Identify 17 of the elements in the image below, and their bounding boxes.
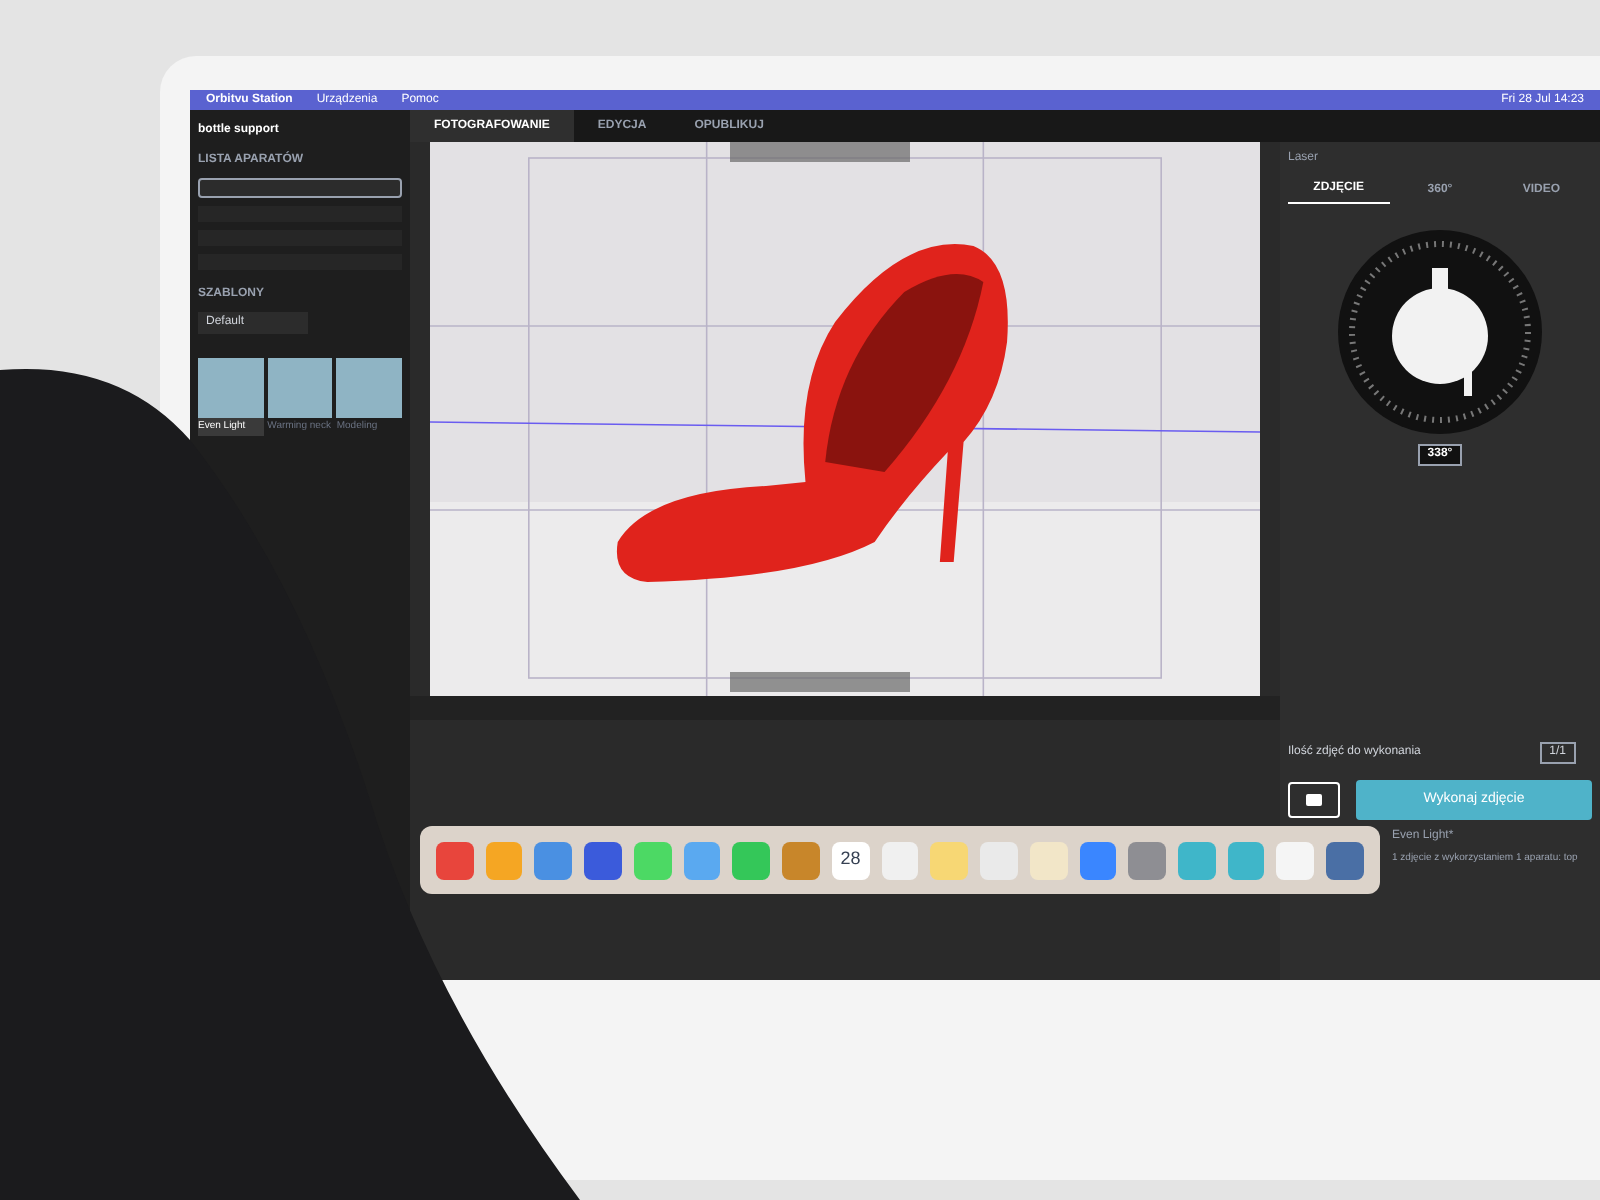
app-icon[interactable] bbox=[1227, 841, 1265, 879]
teapot-thumbnail bbox=[198, 358, 264, 418]
camera-icon bbox=[1306, 794, 1322, 806]
app-icon[interactable] bbox=[584, 841, 622, 879]
app-icon[interactable] bbox=[1326, 841, 1364, 879]
app-icon[interactable] bbox=[1079, 841, 1117, 879]
app-icon[interactable] bbox=[782, 841, 820, 879]
app-icon[interactable] bbox=[683, 841, 721, 879]
camera-row[interactable] bbox=[198, 178, 402, 198]
app-icon[interactable] bbox=[534, 841, 573, 879]
app-icon[interactable] bbox=[436, 841, 474, 879]
calendar-app-icon[interactable]: 28 bbox=[831, 841, 870, 879]
camera-button[interactable] bbox=[1288, 782, 1340, 818]
app-icon[interactable] bbox=[1178, 841, 1216, 879]
app-icon[interactable] bbox=[1128, 841, 1167, 879]
teapot-thumbnail bbox=[336, 358, 403, 418]
teapot-thumbnail bbox=[267, 358, 333, 418]
